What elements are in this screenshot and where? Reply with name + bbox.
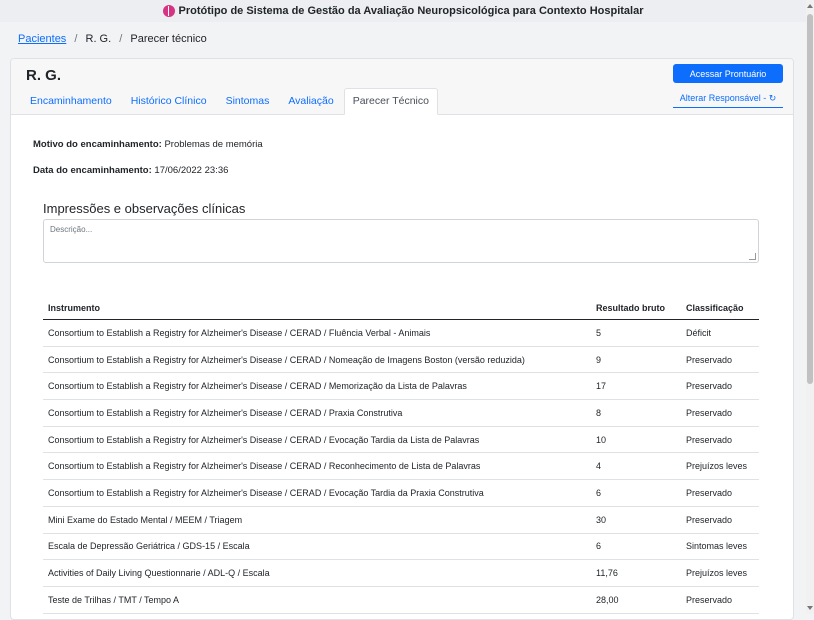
brain-icon — [162, 5, 175, 17]
cell-classification: Preservado — [681, 586, 759, 614]
scroll-up-icon[interactable] — [807, 4, 813, 8]
breadcrumb-current: Parecer técnico — [130, 33, 207, 45]
referral-date: Data do encaminhamento: 17/06/2022 23:36 — [33, 165, 228, 176]
cell-instrument: Consortium to Establish a Registry for A… — [43, 372, 591, 401]
table-row: Consortium to Establish a Registry for A… — [43, 399, 759, 427]
table-row: Consortium to Establish a Registry for A… — [43, 479, 759, 507]
cell-classification: Preservado — [681, 372, 759, 401]
breadcrumb-patients-link[interactable]: Pacientes — [18, 33, 66, 45]
app-title: Protótipo de Sistema de Gestão da Avalia… — [178, 5, 644, 17]
cell-instrument: Teste de Trilhas / TMT / Tempo A — [43, 586, 591, 614]
cell-instrument: Escala de Depressão Geriátrica / GDS-15 … — [43, 533, 591, 561]
cell-classification: Preservado — [681, 399, 759, 427]
patient-name: R. G. — [26, 67, 62, 84]
cell-raw-result: 5 — [591, 319, 681, 347]
breadcrumb-separator: / — [74, 33, 78, 45]
tab-clinical-history[interactable]: Histórico Clínico — [122, 88, 216, 115]
open-record-button[interactable]: Acessar Prontuário — [673, 64, 783, 83]
tab-bar: Encaminhamento Histórico Clínico Sintoma… — [21, 88, 439, 115]
cell-raw-result: 17 — [591, 372, 681, 401]
tab-referral[interactable]: Encaminhamento — [21, 88, 121, 115]
cell-instrument: Activities of Daily Living Questionnarie… — [43, 559, 591, 587]
resize-handle-icon[interactable] — [749, 253, 756, 260]
observations-placeholder: Descrição... — [50, 225, 93, 234]
cell-instrument: Consortium to Establish a Registry for A… — [43, 346, 591, 374]
cell-classification: Preservado — [681, 479, 759, 507]
patient-card: R. G. Acessar Prontuário Alterar Respons… — [10, 58, 794, 620]
change-responsible-link[interactable]: Alterar Responsável - ↻ — [673, 89, 783, 108]
breadcrumb: Pacientes / R. G. / Parecer técnico — [18, 33, 207, 45]
cell-instrument: Consortium to Establish a Registry for A… — [43, 452, 591, 481]
tab-symptoms[interactable]: Sintomas — [217, 88, 279, 115]
table-row: Consortium to Establish a Registry for A… — [43, 319, 759, 347]
cell-classification: Preservado — [681, 426, 759, 454]
cell-instrument: Consortium to Establish a Registry for A… — [43, 319, 591, 347]
referral-reason-value: Problemas de memória — [164, 139, 263, 150]
cell-raw-result: 10 — [591, 426, 681, 454]
table-row: Consortium to Establish a Registry for A… — [43, 346, 759, 374]
cell-raw-result: 6 — [591, 479, 681, 507]
referral-reason-label: Motivo do encaminhamento: — [33, 139, 162, 150]
header-classification: Classificação — [681, 297, 759, 320]
referral-date-value: 17/06/2022 23:36 — [154, 165, 229, 176]
card-header: R. G. Acessar Prontuário Alterar Respons… — [11, 59, 793, 115]
cell-classification: Prejuízos leves — [681, 452, 759, 481]
results-table: Instrumento Resultado bruto Classificaçã… — [43, 297, 759, 614]
cell-classification: Prejuízos leves — [681, 559, 759, 587]
table-row: Escala de Depressão Geriátrica / GDS-15 … — [43, 533, 759, 561]
cell-classification: Sintomas leves — [681, 533, 759, 561]
results-table-body: Consortium to Establish a Registry for A… — [43, 319, 759, 614]
cell-instrument: Consortium to Establish a Registry for A… — [43, 426, 591, 454]
tab-evaluation[interactable]: Avaliação — [279, 88, 342, 115]
page-scrollbar[interactable] — [806, 0, 814, 614]
scroll-down-icon[interactable] — [807, 606, 813, 610]
tab-technical-report[interactable]: Parecer Técnico — [343, 88, 438, 115]
app-title-bar: Protótipo de Sistema de Gestão da Avalia… — [0, 0, 806, 22]
cell-instrument: Mini Exame do Estado Mental / MEEM / Tri… — [43, 506, 591, 534]
cell-raw-result: 30 — [591, 506, 681, 534]
cell-raw-result: 4 — [591, 452, 681, 481]
cell-classification: Déficit — [681, 319, 759, 347]
header-raw-result: Resultado bruto — [591, 297, 681, 320]
cell-raw-result: 11,76 — [591, 559, 681, 587]
breadcrumb-patient: R. G. — [85, 33, 112, 45]
cell-raw-result: 9 — [591, 346, 681, 374]
referral-reason: Motivo do encaminhamento: Problemas de m… — [33, 139, 263, 150]
table-header-row: Instrumento Resultado bruto Classificaçã… — [43, 297, 759, 320]
table-row: Teste de Trilhas / TMT / Tempo A 28,00 Pre… — [43, 586, 759, 614]
table-row: Consortium to Establish a Registry for A… — [43, 426, 759, 454]
cell-raw-result: 6 — [591, 533, 681, 561]
cell-instrument: Consortium to Establish a Registry for A… — [43, 399, 591, 427]
observations-textarea[interactable]: Descrição... — [43, 219, 759, 263]
observations-title: Impressões e observações clínicas — [43, 201, 246, 216]
cell-raw-result: 28,00 — [591, 586, 681, 614]
table-row: Activities of Daily Living Questionnarie… — [43, 559, 759, 587]
cell-classification: Preservado — [681, 346, 759, 374]
referral-date-label: Data do encaminhamento: — [33, 165, 152, 176]
scroll-thumb[interactable] — [807, 14, 813, 384]
table-row: Consortium to Establish a Registry for A… — [43, 372, 759, 401]
cell-instrument: Consortium to Establish a Registry for A… — [43, 479, 591, 507]
breadcrumb-separator: / — [119, 33, 123, 45]
cell-classification: Preservado — [681, 506, 759, 534]
table-row: Mini Exame do Estado Mental / MEEM / Tri… — [43, 506, 759, 534]
table-row: Consortium to Establish a Registry for A… — [43, 452, 759, 481]
header-instrument: Instrumento — [43, 297, 591, 320]
cell-raw-result: 8 — [591, 399, 681, 427]
